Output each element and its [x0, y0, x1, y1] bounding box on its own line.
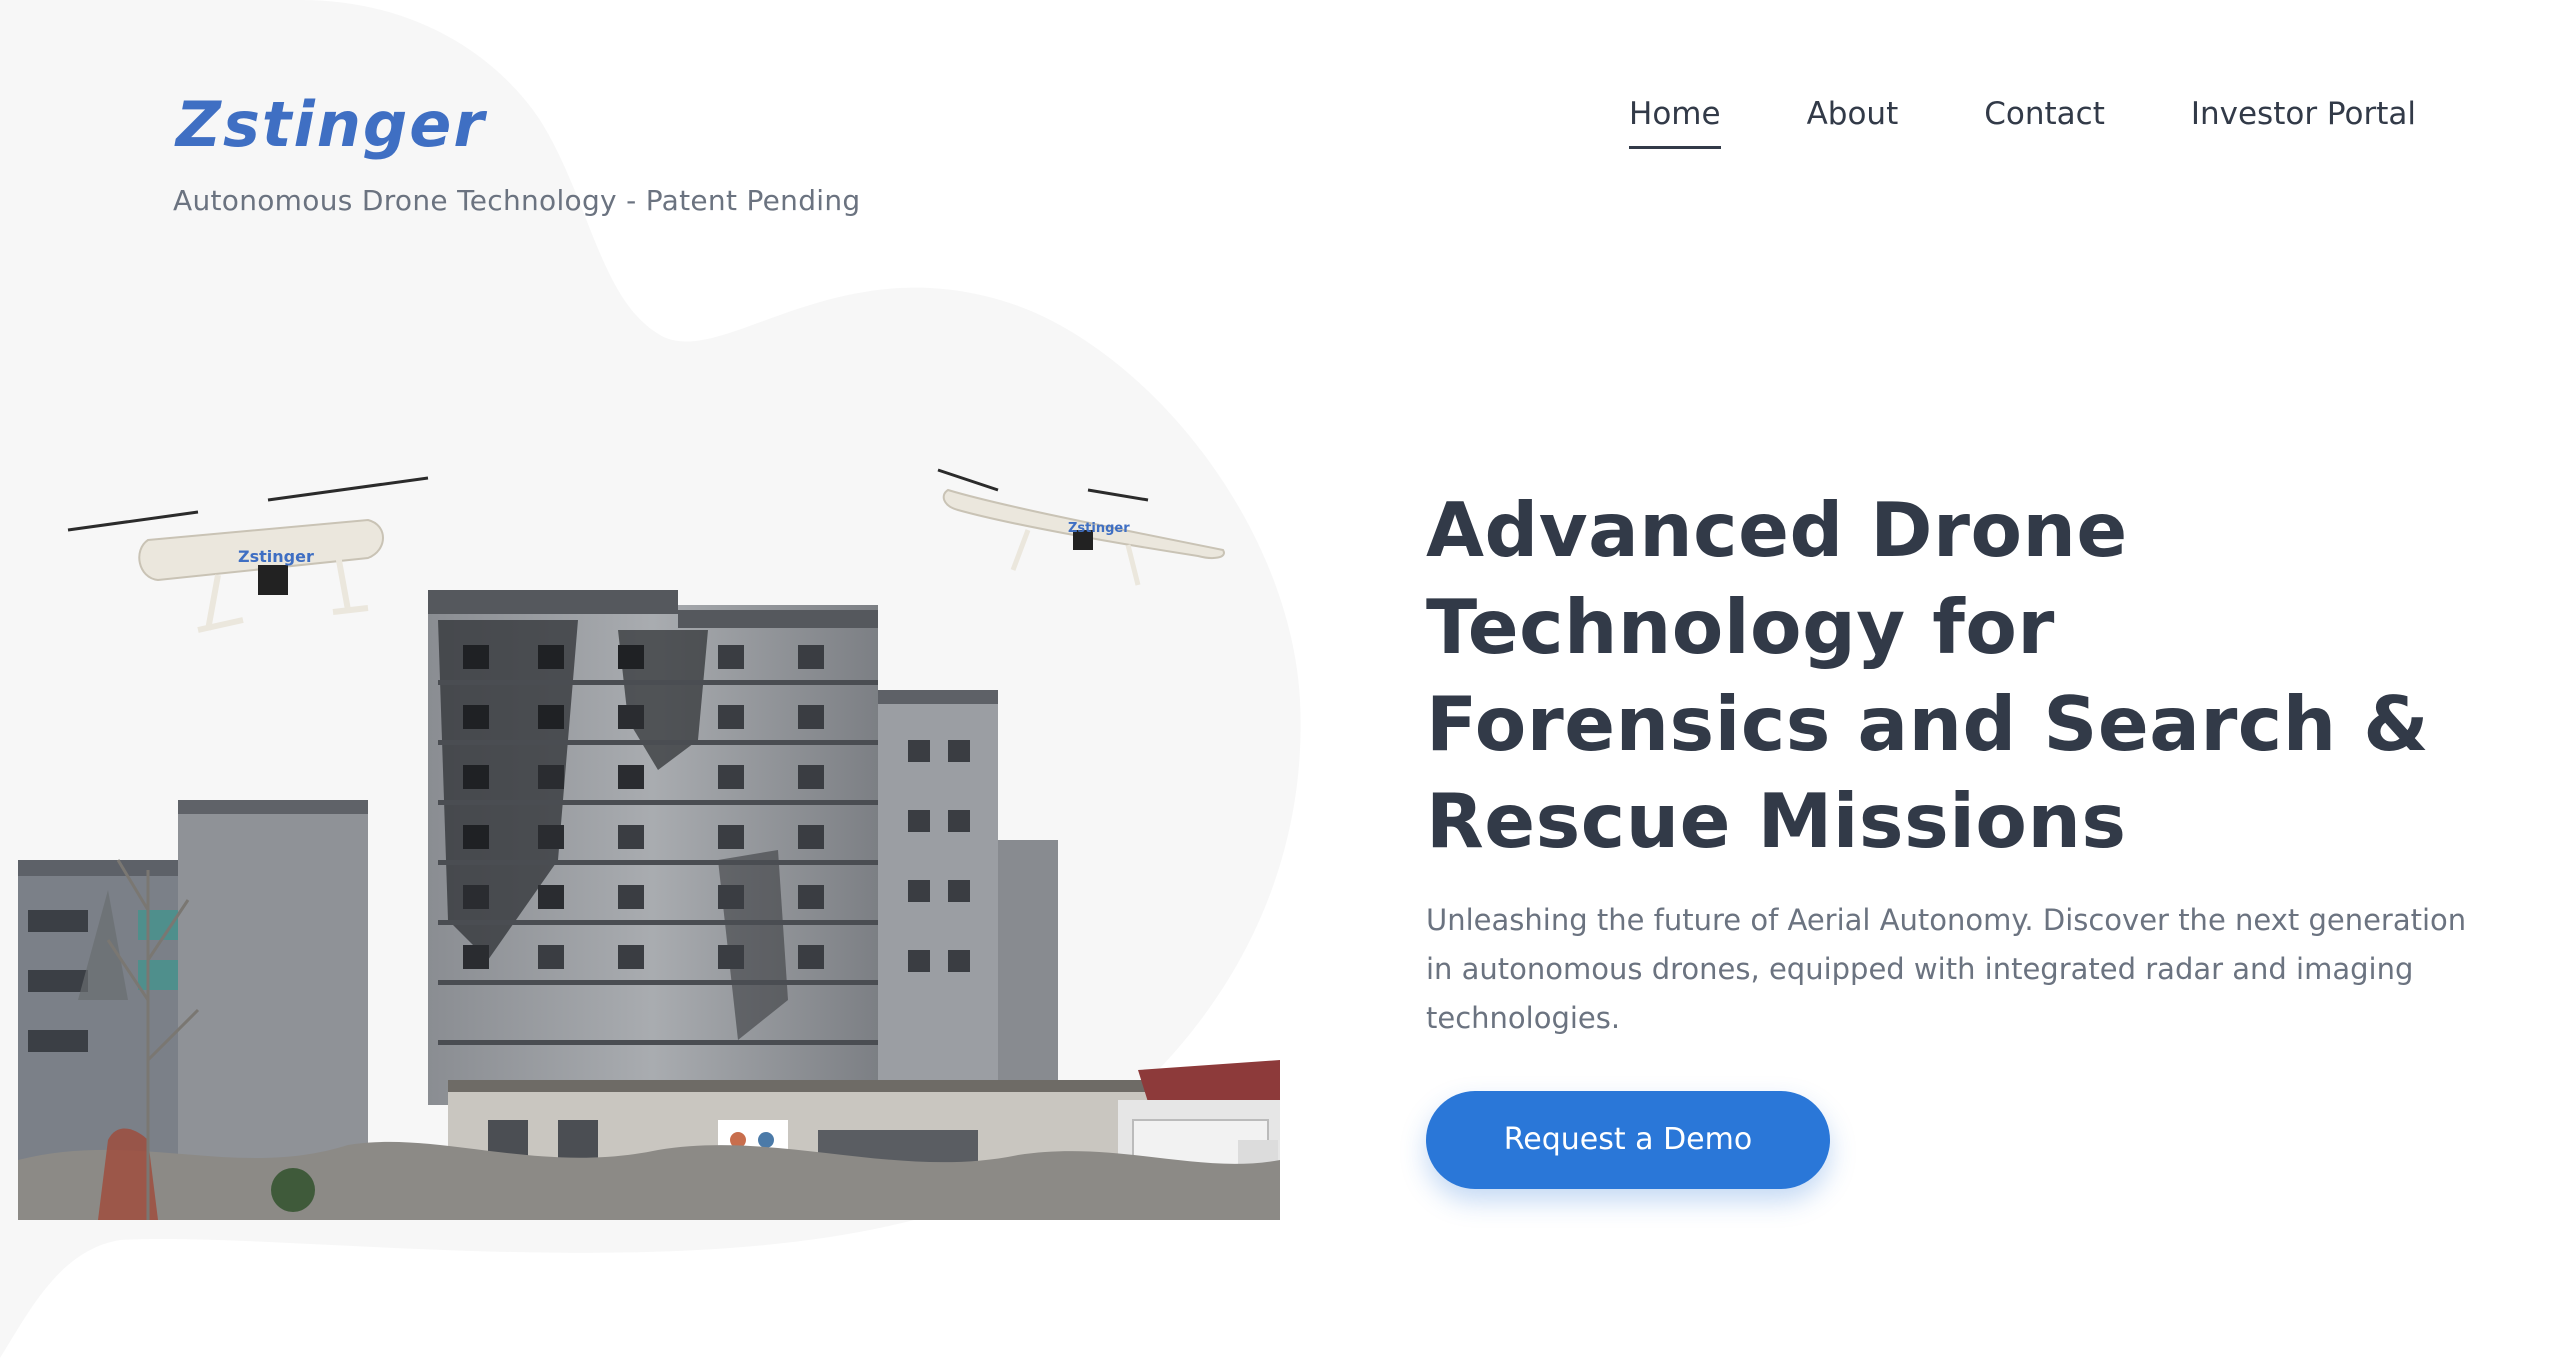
request-demo-button[interactable]: Request a Demo	[1426, 1091, 1830, 1189]
nav-item-about[interactable]: About	[1807, 96, 1899, 149]
brand: Zstinger Autonomous Drone Technology - P…	[173, 88, 861, 217]
hero-image: Zstinger Zstinger	[18, 468, 1280, 1220]
hero-headline: Advanced Drone Technology for Forensics …	[1426, 486, 2430, 865]
tagline: Autonomous Drone Technology - Patent Pen…	[173, 184, 861, 217]
hero-section: Advanced Drone Technology for Forensics …	[1426, 482, 2486, 1189]
drone-right: Zstinger	[937, 468, 1225, 586]
main-nav: Home About Contact Investor Portal	[1543, 96, 2416, 149]
logo[interactable]: Zstinger	[176, 88, 860, 162]
drone-left: Zstinger	[67, 476, 429, 633]
drone-label: Zstinger	[238, 547, 314, 566]
nav-item-home[interactable]: Home	[1629, 96, 1721, 149]
nav-item-investor-portal[interactable]: Investor Portal	[2191, 96, 2416, 149]
hero-subtext: Unleashing the future of Aerial Autonomy…	[1426, 903, 2467, 1035]
damaged-building	[428, 590, 1058, 1120]
drone-label: Zstinger	[1068, 521, 1130, 536]
nav-item-contact[interactable]: Contact	[1984, 96, 2105, 149]
